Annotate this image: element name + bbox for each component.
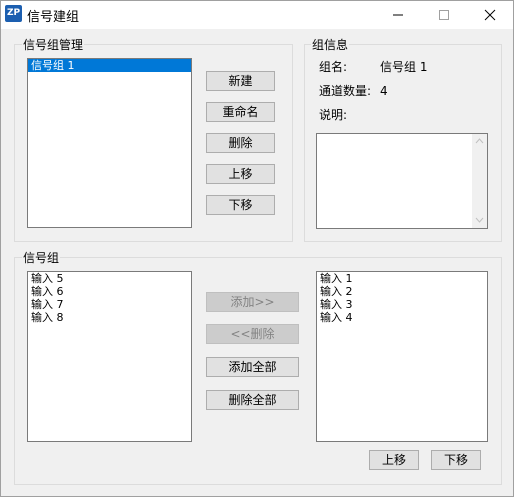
window-title: 信号建组: [27, 10, 80, 25]
title-bar[interactable]: ZP 信号建组: [1, 1, 513, 29]
list-item[interactable]: 输入 4: [317, 311, 487, 324]
move-signal-up-button[interactable]: 上移: [369, 450, 419, 470]
close-button[interactable]: [467, 1, 513, 29]
signal-group-legend: 信号组: [22, 251, 61, 265]
group-manage-legend: 信号组管理: [22, 38, 85, 52]
selected-signal-list[interactable]: 输入 1 输入 2 输入 3 输入 4: [316, 271, 488, 442]
move-signal-down-button[interactable]: 下移: [431, 450, 481, 470]
list-item[interactable]: 输入 5: [28, 272, 191, 285]
dialog-window: ZP 信号建组 信号组管理 信号组 1 新建 重命名 删除 上移 下移 组信息 …: [0, 0, 514, 497]
remove-all-button[interactable]: 删除全部: [206, 390, 299, 410]
rename-group-button[interactable]: 重命名: [206, 102, 275, 122]
add-signal-button[interactable]: 添加>>: [206, 292, 299, 312]
list-item[interactable]: 输入 6: [28, 285, 191, 298]
channel-count-label: 通道数量:: [319, 84, 372, 98]
delete-group-button[interactable]: 删除: [206, 133, 275, 153]
app-icon: ZP: [5, 5, 22, 22]
maximize-button[interactable]: [421, 1, 467, 29]
remove-signal-button[interactable]: <<删除: [206, 324, 299, 344]
list-item[interactable]: 信号组 1: [28, 59, 191, 72]
group-list[interactable]: 信号组 1: [27, 58, 192, 228]
description-scrollbar[interactable]: [472, 134, 487, 228]
list-item[interactable]: 输入 8: [28, 311, 191, 324]
close-icon: [484, 9, 496, 21]
description-label: 说明:: [319, 108, 348, 122]
minimize-icon: [393, 14, 403, 16]
minimize-button[interactable]: [375, 1, 421, 29]
group-name-value: 信号组 1: [380, 60, 428, 74]
maximize-icon: [439, 10, 449, 20]
list-item[interactable]: 输入 7: [28, 298, 191, 311]
description-textarea[interactable]: [316, 133, 488, 229]
channel-count-value: 4: [380, 84, 388, 98]
scroll-arrows-icon: [475, 138, 484, 223]
list-item[interactable]: 输入 1: [317, 272, 487, 285]
list-item[interactable]: 输入 3: [317, 298, 487, 311]
move-group-down-button[interactable]: 下移: [206, 195, 275, 215]
add-all-button[interactable]: 添加全部: [206, 357, 299, 377]
group-info-legend: 组信息: [311, 38, 350, 52]
available-signal-list[interactable]: 输入 5 输入 6 输入 7 输入 8: [27, 271, 192, 442]
move-group-up-button[interactable]: 上移: [206, 164, 275, 184]
group-name-label: 组名:: [319, 60, 348, 74]
list-item[interactable]: 输入 2: [317, 285, 487, 298]
new-group-button[interactable]: 新建: [206, 71, 275, 91]
